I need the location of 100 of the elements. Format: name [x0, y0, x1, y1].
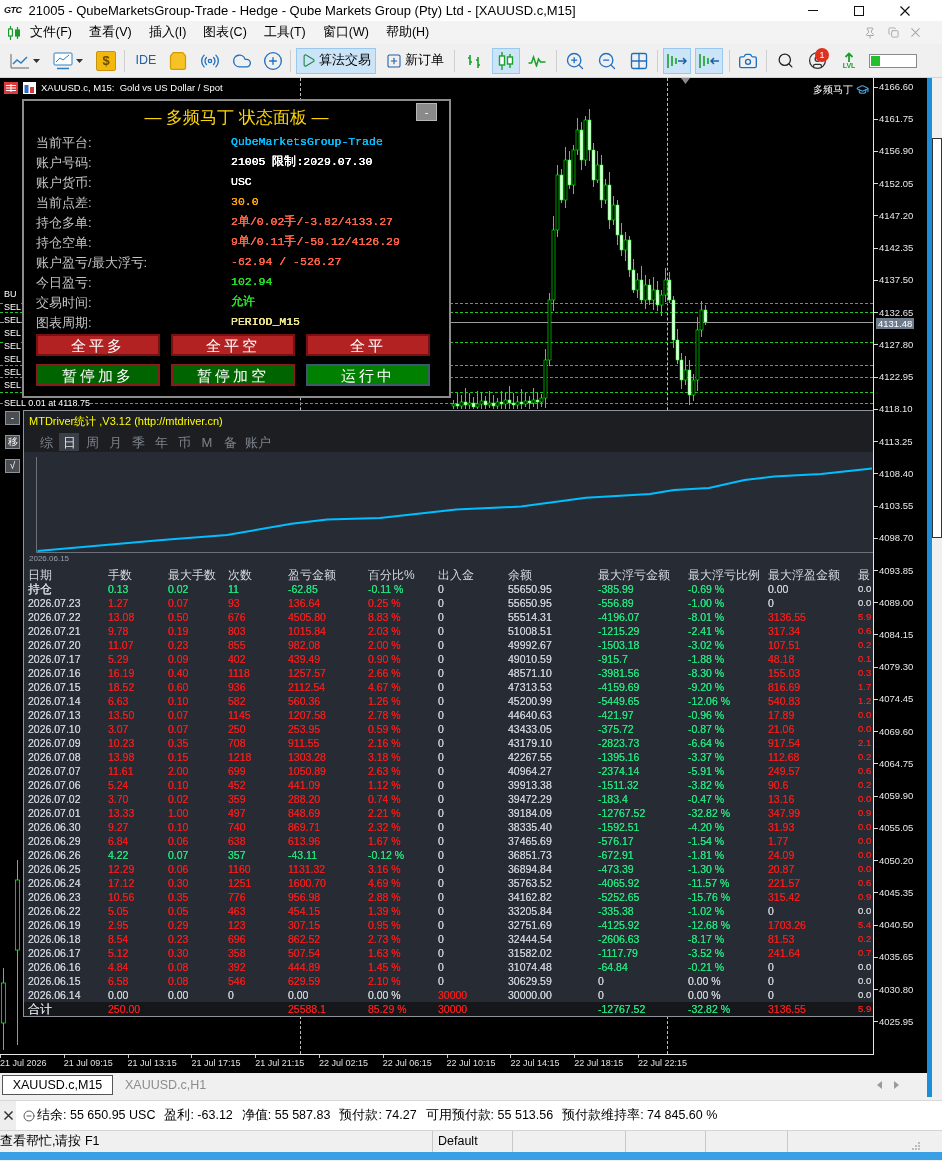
scroll-right-icon: [666, 52, 688, 69]
period-tab[interactable]: 账户: [243, 433, 273, 451]
menu-item[interactable]: 文件(F): [30, 26, 72, 39]
table-cell: 17.89: [768, 709, 795, 721]
profile-button[interactable]: 1: [803, 47, 831, 74]
scroll-right-icon[interactable]: [894, 1081, 899, 1089]
period-tab[interactable]: 季: [128, 433, 148, 451]
market-button[interactable]: $: [96, 50, 116, 71]
order-label: SEL: [4, 367, 21, 377]
side-button[interactable]: -: [5, 411, 20, 425]
table-cell: 55650.95: [508, 597, 552, 609]
table-cell: 30629.59: [508, 975, 552, 987]
pin-icon[interactable]: [864, 26, 876, 39]
table-cell: 0.50: [168, 611, 189, 623]
table-cell: 112.68: [768, 751, 800, 763]
period-tab[interactable]: 周: [82, 433, 102, 451]
table-cell: 0: [438, 835, 444, 847]
menu-item[interactable]: 图表(C): [203, 26, 247, 39]
algo-trading-button[interactable]: 算法交易: [296, 47, 376, 74]
table-cell: 0.00 %: [368, 989, 401, 1001]
panel-button[interactable]: 暂停加空: [171, 364, 295, 386]
date-cell: 2026.06.25: [28, 863, 81, 875]
close-panel-button[interactable]: [0, 1101, 16, 1130]
table-cell: 347.99: [768, 807, 801, 819]
connection-status-icon: [869, 53, 917, 68]
auto-scroll-button[interactable]: [663, 47, 691, 74]
menu-item[interactable]: 工具(T): [263, 26, 306, 39]
table-cell: -1117.79: [598, 947, 638, 959]
close-icon[interactable]: [911, 28, 920, 37]
table-cell: 0: [438, 751, 444, 763]
table-cell: 708: [228, 737, 246, 749]
menu-item[interactable]: 插入(I): [148, 26, 187, 39]
table-cell: 5.24: [108, 779, 129, 791]
table-cell: 13.50: [108, 709, 135, 721]
candlestick-button[interactable]: [492, 47, 520, 74]
table-cell: 0: [438, 863, 444, 875]
new-order-button[interactable]: 新订单: [384, 47, 446, 74]
scroll-left-icon[interactable]: [877, 1081, 882, 1089]
table-cell: 0.74 %: [368, 793, 401, 805]
table-cell: 13.16: [768, 793, 795, 805]
table-cell: 5.9: [858, 612, 872, 622]
order-label: SEL: [4, 354, 21, 364]
panel-button[interactable]: 全平: [306, 334, 430, 356]
period-tab[interactable]: 年: [151, 433, 171, 451]
chart-tab[interactable]: XAUUSD.c,M15: [2, 1075, 113, 1095]
side-button[interactable]: √: [5, 459, 20, 473]
table-cell: 288.20: [288, 793, 321, 805]
window-icon: [23, 82, 36, 94]
panel-button[interactable]: 全平空: [171, 334, 295, 356]
field-value: PERIOD_M15: [231, 316, 300, 328]
table-cell: 24.09: [768, 849, 795, 861]
notification-badge: 1: [815, 47, 829, 62]
chart-window-icon: [53, 51, 73, 70]
panel-button[interactable]: 运行中: [306, 364, 430, 386]
table-cell: 0: [438, 667, 444, 679]
period-tab[interactable]: 综: [36, 433, 56, 451]
menu-item[interactable]: 帮助(H): [385, 26, 430, 39]
table-cell: 0.06: [168, 835, 189, 847]
table-cell: 0: [438, 793, 444, 805]
table-cell: 2.63 %: [368, 765, 401, 777]
period-tab[interactable]: 币: [174, 433, 194, 451]
table-cell: 0: [438, 961, 444, 973]
table-cell: 1.77: [768, 835, 789, 847]
side-button[interactable]: 移: [5, 435, 20, 449]
zoom-out-icon: [597, 50, 617, 71]
field-label: 账户号码:: [36, 155, 93, 169]
table-cell: 43179.10: [508, 737, 552, 749]
table-cell: 18.52: [108, 681, 135, 693]
date-cell: 2026.07.16: [28, 667, 81, 679]
date-cell: 2026.07.22: [28, 611, 81, 623]
play-icon: [301, 53, 316, 68]
period-tab[interactable]: M: [197, 433, 217, 451]
table-cell: 1218: [228, 751, 252, 763]
table-cell: 0.40: [168, 667, 189, 679]
table-cell: 0.0: [858, 850, 872, 860]
panel-button[interactable]: 全平多: [36, 334, 160, 356]
table-cell: -1511.32: [598, 779, 639, 791]
table-cell: 454.15: [288, 905, 321, 917]
table-cell: 0.25 %: [368, 597, 401, 609]
table-cell: 0: [598, 975, 604, 987]
table-cell: 0.08: [168, 975, 189, 987]
table-cell: 30000: [438, 989, 468, 1001]
menu-item[interactable]: 查看(V): [88, 26, 132, 39]
circle-minus-icon[interactable]: [23, 1109, 35, 1122]
period-tab[interactable]: 月: [105, 433, 125, 451]
table-cell: 250: [228, 723, 246, 735]
period-tab[interactable]: 日: [59, 433, 79, 451]
menu-item[interactable]: 窗口(W): [322, 26, 369, 39]
ide-button[interactable]: IDE: [131, 47, 161, 74]
table-cell: 0: [438, 737, 444, 749]
period-tab[interactable]: 备: [220, 433, 240, 451]
collapse-button[interactable]: -: [416, 103, 437, 121]
table-cell: 6.58: [108, 975, 129, 987]
column-header: 最大浮盈金额: [768, 569, 840, 581]
chart-shift-button[interactable]: [695, 47, 723, 74]
date-cell: 2026.07.15: [28, 681, 81, 693]
panel-button[interactable]: 暂停加多: [36, 364, 160, 386]
table-cell: 803: [228, 625, 246, 637]
table-cell: 5.4: [858, 920, 872, 930]
table-cell: 49992.67: [508, 639, 552, 651]
